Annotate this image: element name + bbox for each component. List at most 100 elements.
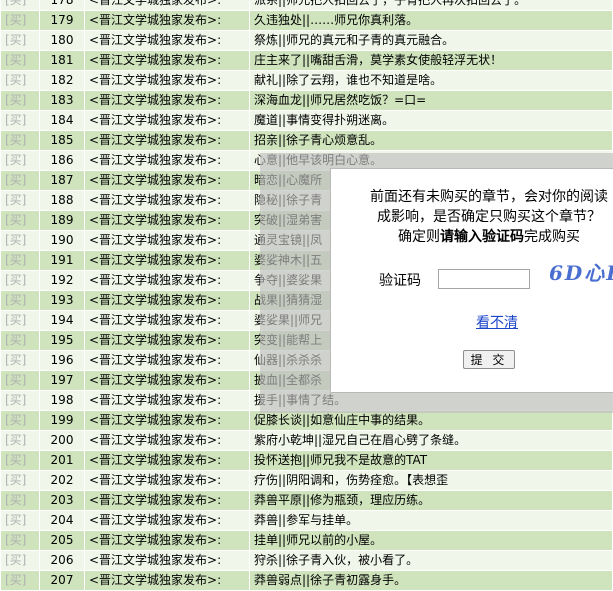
buy-link[interactable]: [买] xyxy=(0,210,40,231)
chapter-number: 185 xyxy=(39,130,85,151)
captcha-label: 验证码 xyxy=(379,273,421,289)
publisher-label: <晋江文学城独家发布>: xyxy=(84,70,250,91)
chapter-number: 189 xyxy=(39,210,85,231)
chapter-title-link[interactable]: 莽兽||参军与挂单。 xyxy=(249,510,613,531)
chapter-title-link[interactable]: 促膝长谈||如意仙庄中事的结果。 xyxy=(249,410,613,431)
chapter-row: [买] 179 <晋江文学城独家发布>: 久违独处||……师兄你真利落。 xyxy=(0,10,613,31)
publisher-label: <晋江文学城独家发布>: xyxy=(84,390,250,411)
buy-link[interactable]: [买] xyxy=(0,170,40,191)
buy-link[interactable]: [买] xyxy=(0,130,40,151)
chapter-row: [买] 200 <晋江文学城独家发布>: 紫府小乾坤||湿兄自己在眉心劈了条缝。 xyxy=(0,430,613,451)
chapter-number: 200 xyxy=(39,430,85,451)
buy-link[interactable]: [买] xyxy=(0,570,40,591)
buy-link[interactable]: [买] xyxy=(0,390,40,411)
chapter-number: 205 xyxy=(39,530,85,551)
chapter-number: 206 xyxy=(39,550,85,571)
chapter-number: 179 xyxy=(39,10,85,31)
chapter-title-link[interactable]: 派系||师兄把人扣回去了，子青把人再次扣回去了。 xyxy=(249,0,613,11)
chapter-title-link[interactable]: 狩杀||徐子青入伙，被小看了。 xyxy=(249,550,613,571)
chapter-title-link[interactable]: 魔道||事情变得扑朔迷离。 xyxy=(249,110,613,131)
buy-link[interactable]: [买] xyxy=(0,290,40,311)
publisher-label: <晋江文学城独家发布>: xyxy=(84,370,250,391)
buy-link[interactable]: [买] xyxy=(0,350,40,371)
publisher-label: <晋江文学城独家发布>: xyxy=(84,150,250,171)
publisher-label: <晋江文学城独家发布>: xyxy=(84,90,250,111)
buy-link[interactable]: [买] xyxy=(0,310,40,331)
chapter-title-link[interactable]: 莽兽平原||修为瓶颈，理应历练。 xyxy=(249,490,613,511)
chapter-row: [买] 180 <晋江文学城独家发布>: 祭炼||师兄的真元和子青的真元融合。 xyxy=(0,30,613,51)
captcha-input[interactable] xyxy=(438,269,530,289)
buy-link[interactable]: [买] xyxy=(0,510,40,531)
publisher-label: <晋江文学城独家发布>: xyxy=(84,430,250,451)
chapter-title-link[interactable]: 久违独处||……师兄你真利落。 xyxy=(249,10,613,31)
buy-link[interactable]: [买] xyxy=(0,70,40,91)
purchase-confirm-dialog: 前面还有未购买的章节，会对你的阅读 成影响，是否确定只购买这个章节？ 确定则请输… xyxy=(330,168,613,393)
chapter-title-link[interactable]: 紫府小乾坤||湿兄自己在眉心劈了条缝。 xyxy=(249,430,613,451)
buy-link[interactable]: [买] xyxy=(0,30,40,51)
chapter-number: 203 xyxy=(39,490,85,511)
captcha-refresh-link[interactable]: 看不清 xyxy=(476,312,518,332)
chapter-number: 207 xyxy=(39,570,85,591)
chapter-row: [买] 178 <晋江文学城独家发布>: 派系||师兄把人扣回去了，子青把人再次扣回去… xyxy=(0,0,613,11)
publisher-label: <晋江文学城独家发布>: xyxy=(84,170,250,191)
chapter-number: 178 xyxy=(39,0,85,11)
buy-link[interactable]: [买] xyxy=(0,110,40,131)
chapter-number: 188 xyxy=(39,190,85,211)
chapter-number: 199 xyxy=(39,410,85,431)
chapter-title-link[interactable]: 深海血龙||师兄居然吃饭？=口= xyxy=(249,90,613,111)
buy-link[interactable]: [买] xyxy=(0,250,40,271)
chapter-number: 190 xyxy=(39,230,85,251)
buy-link[interactable]: [买] xyxy=(0,190,40,211)
chapter-row: [买] 185 <晋江文学城独家发布>: 招亲||徐子青心烦意乱。 xyxy=(0,130,613,151)
chapter-title-link[interactable]: 疗伤||阴阳调和，伤势痊愈。【表想歪 xyxy=(249,470,613,491)
chapter-title-link[interactable]: 献礼||除了云翔，谁也不知道是啥。 xyxy=(249,70,613,91)
publisher-label: <晋江文学城独家发布>: xyxy=(84,550,250,571)
buy-link[interactable]: [买] xyxy=(0,530,40,551)
buy-link[interactable]: [买] xyxy=(0,90,40,111)
dialog-message-line-1: 前面还有未购买的章节，会对你的阅读 xyxy=(370,189,608,205)
publisher-label: <晋江文学城独家发布>: xyxy=(84,450,250,471)
dialog-message: 前面还有未购买的章节，会对你的阅读 成影响，是否确定只购买这个章节？ 确定则请输… xyxy=(339,187,613,247)
buy-link[interactable]: [买] xyxy=(0,370,40,391)
buy-link[interactable]: [买] xyxy=(0,50,40,71)
buy-link[interactable]: [买] xyxy=(0,0,40,11)
chapter-row: [买] 184 <晋江文学城独家发布>: 魔道||事情变得扑朔迷离。 xyxy=(0,110,613,131)
buy-link[interactable]: [买] xyxy=(0,10,40,31)
chapter-number: 181 xyxy=(39,50,85,71)
publisher-label: <晋江文学城独家发布>: xyxy=(84,110,250,131)
buy-link[interactable]: [买] xyxy=(0,490,40,511)
dialog-message-line-2: 成影响，是否确定只购买这个章节？ xyxy=(377,209,601,225)
chapter-title-link[interactable]: 挂单||师兄以前的小屋。 xyxy=(249,530,613,551)
chapter-row: [买] 199 <晋江文学城独家发布>: 促膝长谈||如意仙庄中事的结果。 xyxy=(0,410,613,431)
chapter-number: 186 xyxy=(39,150,85,171)
buy-link[interactable]: [买] xyxy=(0,270,40,291)
chapter-number: 204 xyxy=(39,510,85,531)
chapter-number: 182 xyxy=(39,70,85,91)
buy-link[interactable]: [买] xyxy=(0,470,40,491)
publisher-label: <晋江文学城独家发布>: xyxy=(84,410,250,431)
chapter-title-link[interactable]: 庄主来了||嘴甜舌滑，莫学素女使般轻浮无状！ xyxy=(249,50,613,71)
dialog-message-emphasis: 请输入验证码 xyxy=(440,229,524,245)
publisher-label: <晋江文学城独家发布>: xyxy=(84,190,250,211)
buy-link[interactable]: [买] xyxy=(0,410,40,431)
chapter-title-link[interactable]: 招亲||徐子青心烦意乱。 xyxy=(249,130,613,151)
buy-link[interactable]: [买] xyxy=(0,150,40,171)
chapter-number: 194 xyxy=(39,310,85,331)
publisher-label: <晋江文学城独家发布>: xyxy=(84,50,250,71)
chapter-title-link[interactable]: 祭炼||师兄的真元和子青的真元融合。 xyxy=(249,30,613,51)
buy-link[interactable]: [买] xyxy=(0,230,40,251)
chapter-title-link[interactable]: 莽兽弱点||徐子青初露身手。 xyxy=(249,570,613,591)
buy-link[interactable]: [买] xyxy=(0,330,40,351)
buy-link[interactable]: [买] xyxy=(0,430,40,451)
publisher-label: <晋江文学城独家发布>: xyxy=(84,210,250,231)
publisher-label: <晋江文学城独家发布>: xyxy=(84,570,250,591)
submit-button[interactable]: 提 交 xyxy=(463,350,515,369)
captcha-image[interactable]: 6D心K xyxy=(549,257,613,287)
publisher-label: <晋江文学城独家发布>: xyxy=(84,30,250,51)
chapter-number: 201 xyxy=(39,450,85,471)
chapter-title-link[interactable]: 投怀送抱||师兄我不是故意的TAT xyxy=(249,450,613,471)
buy-link[interactable]: [买] xyxy=(0,450,40,471)
buy-link[interactable]: [买] xyxy=(0,550,40,571)
chapter-row: [买] 206 <晋江文学城独家发布>: 狩杀||徐子青入伙，被小看了。 xyxy=(0,550,613,571)
chapter-number: 196 xyxy=(39,350,85,371)
